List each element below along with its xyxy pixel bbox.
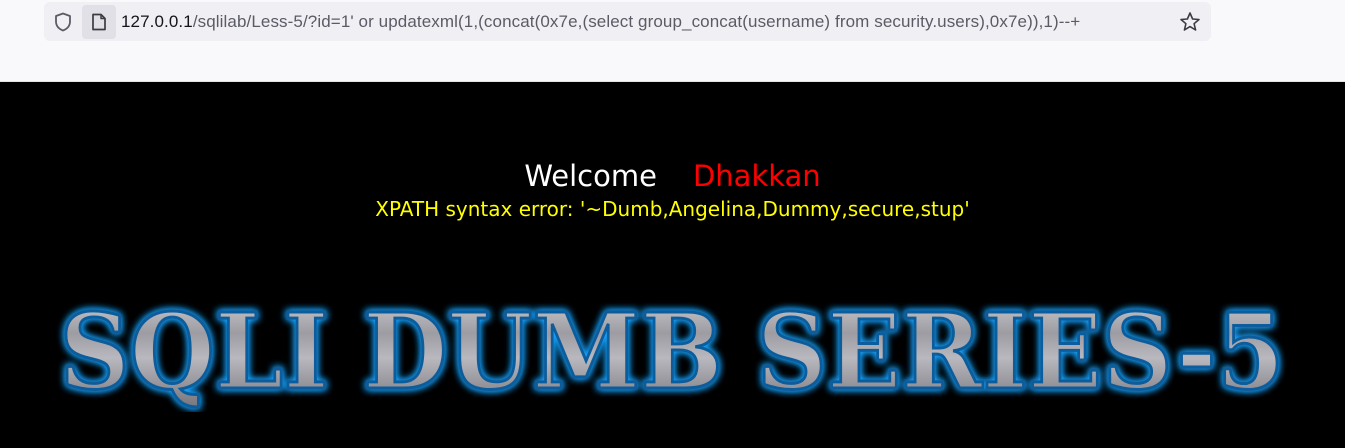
welcome-name: Dhakkan bbox=[692, 159, 821, 193]
shield-icon[interactable] bbox=[54, 12, 72, 32]
error-message: XPATH syntax error: '~Dumb,Angelina,Dumm… bbox=[375, 197, 970, 221]
page-icon-button[interactable] bbox=[82, 5, 116, 39]
page-icon bbox=[92, 13, 106, 31]
welcome-label: Welcome bbox=[524, 159, 657, 193]
banner-text: SQLI DUMB SERIES-5 bbox=[60, 292, 1285, 412]
url-text[interactable]: 127.0.0.1/sqlilab/Less-5/?id=1' or updat… bbox=[121, 11, 1080, 33]
url-path: /sqlilab/Less-5/?id=1' or updatexml(1,(c… bbox=[192, 12, 1081, 31]
star-icon[interactable] bbox=[1179, 11, 1201, 33]
page-content: Welcome Dhakkan XPATH syntax error: '~Dum… bbox=[0, 82, 1345, 448]
url-host: 127.0.0.1 bbox=[121, 12, 193, 31]
banner-title: SQLI DUMB SERIES-5 bbox=[58, 292, 1286, 412]
welcome-line: Welcome Dhakkan bbox=[0, 158, 1345, 194]
address-bar[interactable]: 127.0.0.1/sqlilab/Less-5/?id=1' or updat… bbox=[44, 2, 1211, 41]
browser-toolbar: 127.0.0.1/sqlilab/Less-5/?id=1' or updat… bbox=[0, 0, 1345, 82]
